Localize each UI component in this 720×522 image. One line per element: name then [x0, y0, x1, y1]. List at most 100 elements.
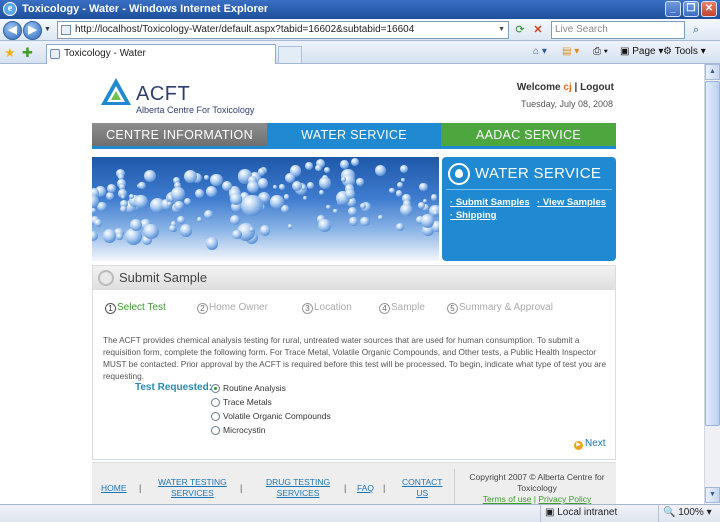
- footer-contact-link[interactable]: CONTACT US: [402, 477, 442, 499]
- minimize-button[interactable]: _: [665, 1, 681, 17]
- shipping-link[interactable]: Shipping: [450, 210, 497, 221]
- forward-button[interactable]: ▶: [23, 21, 42, 40]
- water-droplet: [315, 165, 322, 172]
- page-menu[interactable]: ▣ Page ▾: [620, 46, 663, 57]
- favorites-star-icon[interactable]: ★: [4, 45, 16, 61]
- ie-logo-icon: e: [3, 2, 17, 16]
- water-droplet: [171, 187, 185, 201]
- water-droplet: [229, 214, 241, 226]
- water-droplet: [318, 190, 324, 196]
- water-droplet: [340, 160, 349, 169]
- footer-drug-testing-link[interactable]: DRUG TESTING SERVICES: [266, 477, 330, 499]
- footer-water-testing-link[interactable]: WATER TESTING SERVICES: [158, 477, 227, 499]
- window-title: Toxicology - Water - Windows Internet Ex…: [22, 3, 269, 15]
- water-droplet: [206, 185, 218, 198]
- tab-bar: ★ ✚ Toxicology - Water ⌂ ▾ ▤ ▾ ⎙ ▾ ▣ Pag…: [0, 41, 720, 64]
- option-routine-analysis[interactable]: Routine Analysis: [211, 383, 286, 393]
- water-droplet: [360, 216, 370, 227]
- water-banner-image: [92, 157, 439, 261]
- step-summary-approval: 5 Summary & Approval: [447, 302, 553, 314]
- water-droplet: [419, 183, 428, 192]
- option-volatile-organic-compounds[interactable]: Volatile Organic Compounds: [211, 411, 331, 421]
- water-droplet: [374, 165, 386, 177]
- water-droplet: [184, 197, 192, 206]
- feeds-icon[interactable]: ▤ ▾: [562, 46, 579, 57]
- address-dropdown-icon[interactable]: ▼: [498, 22, 505, 38]
- zoom-control[interactable]: 🔍 100% ▾: [658, 505, 720, 522]
- footer-faq-link[interactable]: FAQ: [357, 483, 374, 494]
- scroll-up-button[interactable]: ▲: [705, 64, 720, 80]
- water-droplet: [341, 177, 346, 182]
- terms-link[interactable]: Terms of use: [483, 494, 532, 504]
- water-droplet: [143, 169, 157, 183]
- close-window-button[interactable]: ✕: [701, 1, 717, 17]
- tools-menu[interactable]: ⚙ Tools ▾: [663, 46, 706, 57]
- page-icon: [61, 25, 71, 35]
- water-droplet: [229, 192, 242, 205]
- water-droplet: [128, 193, 134, 199]
- home-icon[interactable]: ⌂ ▾: [533, 46, 547, 57]
- maximize-button[interactable]: ❐: [683, 1, 699, 17]
- radio-trace-metals[interactable]: [211, 398, 220, 407]
- privacy-link[interactable]: Privacy Policy: [538, 494, 591, 504]
- history-dropdown-icon[interactable]: ▼: [44, 26, 51, 33]
- copyright-text: Copyright 2007 © Alberta Centre for Toxic…: [469, 472, 605, 493]
- option-trace-metals[interactable]: Trace Metals: [211, 397, 272, 407]
- view-samples-link[interactable]: View Samples: [537, 197, 606, 208]
- water-droplet: [377, 214, 383, 221]
- username-link[interactable]: cj: [563, 82, 571, 93]
- next-button[interactable]: ▶ Next: [574, 438, 606, 450]
- water-droplet: [400, 203, 413, 217]
- nav-water-service[interactable]: WATER SERVICE: [267, 123, 441, 149]
- print-icon[interactable]: ⎙ ▾: [593, 46, 608, 57]
- browser-tab[interactable]: Toxicology - Water: [46, 44, 276, 64]
- address-input[interactable]: http://localhost/Toxicology-Water/defaul…: [57, 21, 509, 39]
- water-droplet: [259, 193, 270, 203]
- security-zone: ▣ Local intranet: [540, 505, 658, 522]
- panel-divider: [446, 189, 612, 190]
- water-droplet: [420, 214, 434, 228]
- submit-samples-link[interactable]: Submit Samples: [450, 197, 530, 208]
- water-droplet: [345, 189, 355, 199]
- logout-link[interactable]: Logout: [580, 82, 614, 93]
- water-droplet: [397, 181, 404, 189]
- status-bar: ▣ Local intranet 🔍 100% ▾: [0, 504, 720, 522]
- option-microcystin[interactable]: Microcystin: [211, 425, 266, 435]
- vertical-scrollbar[interactable]: ▲ ▼: [704, 64, 720, 504]
- water-droplet: [279, 184, 285, 190]
- search-icon[interactable]: ⌕: [688, 22, 704, 38]
- stop-icon[interactable]: ✕: [530, 22, 546, 38]
- scroll-thumb[interactable]: [705, 81, 720, 426]
- radio-routine-analysis[interactable]: [211, 384, 220, 393]
- water-droplet: [323, 166, 330, 173]
- water-droplet: [304, 161, 313, 170]
- new-tab-button[interactable]: [278, 46, 302, 63]
- test-requested-label: Test Requested:: [135, 382, 213, 393]
- water-droplet: [350, 157, 359, 166]
- water-droplet: [120, 194, 126, 200]
- refresh-icon[interactable]: ⟳: [512, 22, 528, 38]
- water-droplet: [194, 188, 204, 198]
- search-input[interactable]: Live Search: [551, 21, 685, 39]
- water-droplet: [326, 205, 331, 210]
- water-drop-icon: [448, 163, 470, 185]
- radio-volatile-organic-compounds[interactable]: [211, 412, 220, 421]
- step-select-test: 1 Select Test: [105, 302, 166, 314]
- radio-microcystin[interactable]: [211, 426, 220, 435]
- water-droplet: [259, 225, 271, 236]
- add-favorites-icon[interactable]: ✚: [22, 45, 33, 61]
- water-droplet: [273, 185, 278, 190]
- water-droplet: [102, 228, 117, 243]
- footer-home-link[interactable]: HOME: [101, 483, 127, 494]
- submit-sample-form: Submit Sample 1 Select Test 2 Home Owner 3…: [92, 265, 616, 460]
- scroll-down-button[interactable]: ▼: [705, 487, 720, 503]
- legal-links: Terms of use | Privacy Policy: [482, 494, 592, 504]
- nav-centre-information[interactable]: CENTRE INFORMATION: [92, 123, 267, 149]
- water-droplet: [92, 230, 99, 241]
- water-droplet: [206, 237, 219, 250]
- water-droplet: [231, 229, 242, 240]
- water-droplet: [287, 224, 292, 229]
- back-button[interactable]: ◀: [3, 21, 22, 40]
- footer-divider: [454, 469, 455, 504]
- nav-aadac-service[interactable]: AADAC SERVICE: [441, 123, 616, 149]
